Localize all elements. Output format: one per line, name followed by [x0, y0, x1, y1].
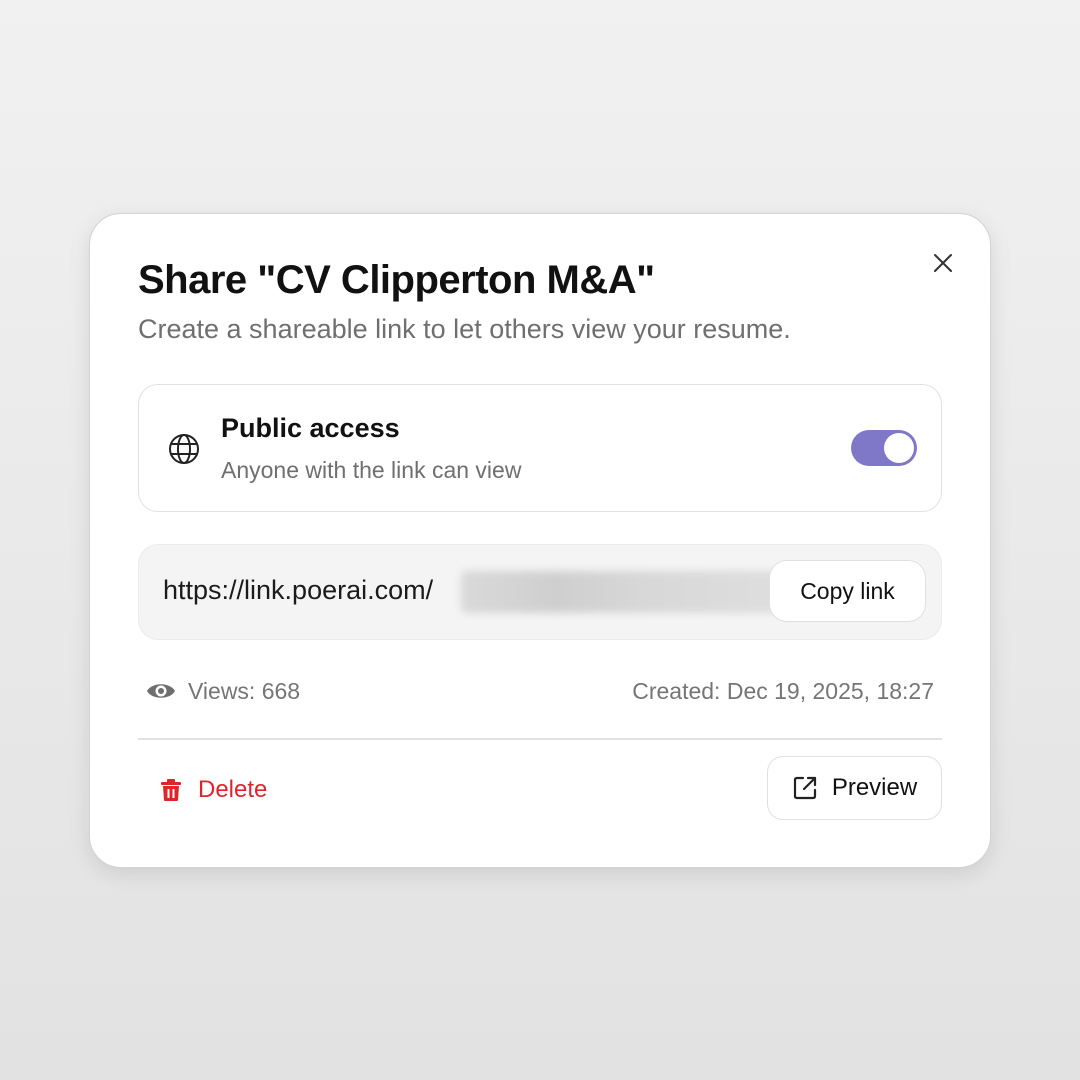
delete-label: Delete: [198, 776, 268, 803]
toggle-knob: [884, 433, 914, 463]
delete-button[interactable]: Delete: [160, 772, 267, 808]
divider: [138, 738, 942, 740]
public-access-description: Anyone with the link can view: [221, 457, 522, 483]
share-link-box: https://link.poerai.com/ Copy link: [138, 544, 942, 640]
external-link-icon: [793, 776, 816, 800]
share-link-url[interactable]: https://link.poerai.com/: [163, 575, 433, 606]
views-count: Views: 668: [188, 677, 301, 704]
dialog-title: Share "CV Clipperton M&A": [138, 258, 655, 302]
copy-link-button[interactable]: Copy link: [769, 560, 926, 622]
public-access-toggle[interactable]: [851, 430, 917, 466]
dialog-subtitle: Create a shareable link to let others vi…: [138, 314, 791, 344]
public-access-card: Public access Anyone with the link can v…: [138, 384, 942, 512]
globe-icon: [169, 434, 199, 464]
views-stat: Views: 668: [146, 676, 300, 706]
close-button[interactable]: [928, 248, 958, 278]
public-access-title: Public access: [221, 413, 400, 443]
blurred-link-path: [461, 571, 781, 613]
preview-button[interactable]: Preview: [767, 756, 942, 820]
trash-icon: [161, 779, 181, 801]
share-dialog: Share "CV Clipperton M&A" Create a share…: [89, 213, 991, 868]
close-icon: [934, 254, 952, 272]
created-date: Created: Dec 19, 2025, 18:27: [632, 678, 934, 704]
preview-label: Preview: [831, 774, 918, 801]
eye-icon: [147, 684, 175, 698]
